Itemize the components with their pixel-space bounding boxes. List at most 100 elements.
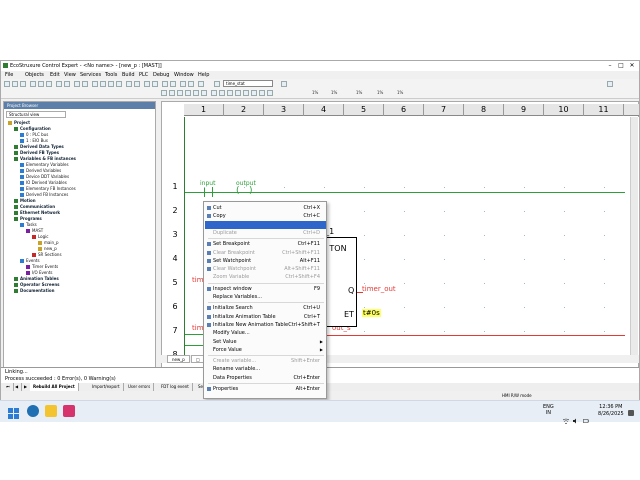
paste-icon[interactable]	[46, 81, 52, 87]
menu-build[interactable]: Build	[122, 71, 135, 79]
reset-coil-tool-icon[interactable]	[251, 90, 257, 96]
select-mode-icon[interactable]	[161, 90, 167, 96]
menu-plc[interactable]: PLC	[139, 71, 148, 79]
row-label: 2	[172, 206, 178, 215]
menu-item-data-properties[interactable]: Data Properties Ctrl+Enter	[205, 374, 326, 382]
menu-item-set-watchpoint[interactable]: Set Watchpoint Alt+F11	[205, 257, 326, 265]
file-explorer-icon[interactable]	[45, 405, 57, 417]
tab-fdt-log-event[interactable]: FDT log event	[158, 383, 193, 391]
cut-icon[interactable]	[30, 81, 36, 87]
language-indicator[interactable]: ENG IN	[543, 404, 554, 416]
contact-tool-icon[interactable]	[169, 90, 175, 96]
undo-icon[interactable]	[56, 81, 62, 87]
notification-icon[interactable]	[628, 410, 634, 416]
watch-icon[interactable]	[152, 81, 158, 87]
falling-contact-tool-icon[interactable]	[235, 90, 241, 96]
return-tool-icon[interactable]	[267, 90, 273, 96]
redo-icon[interactable]	[64, 81, 70, 87]
find-icon[interactable]	[180, 81, 186, 87]
stop-icon[interactable]	[134, 81, 140, 87]
wifi-icon[interactable]	[562, 409, 570, 425]
menu-item-copy[interactable]: Copy Ctrl+C	[205, 212, 326, 220]
connect-icon[interactable]	[92, 81, 98, 87]
zoom-level-1[interactable]: 1%	[312, 90, 318, 96]
menu-item-set-value[interactable]: Set Value ▶	[205, 338, 326, 346]
menu-item-initialize-new-animation-table[interactable]: Initialize New Animation Table Ctrl+Shift…	[205, 321, 326, 329]
help-icon[interactable]	[198, 81, 204, 87]
minimize-button[interactable]: –	[605, 61, 615, 71]
rebuild-icon[interactable]	[82, 81, 88, 87]
menu-objects[interactable]: Objects	[25, 71, 44, 79]
maximize-button[interactable]: □	[616, 61, 626, 71]
control-expert-task-icon[interactable]	[63, 405, 75, 417]
fb-tool-icon[interactable]	[193, 90, 199, 96]
menu-item-force-value[interactable]: Force Value ▶	[205, 346, 326, 354]
close-button[interactable]: ✕	[627, 61, 637, 71]
tab-new-p[interactable]: new_p	[167, 355, 190, 363]
menu-item-modify-value[interactable]: Modify Value...	[205, 329, 326, 337]
disconnect-icon[interactable]	[100, 81, 106, 87]
zoom-out-icon[interactable]	[170, 81, 176, 87]
replace-icon[interactable]	[188, 81, 194, 87]
menu-services[interactable]: Services	[80, 71, 101, 79]
toolbar-end-icon[interactable]	[607, 81, 613, 87]
zoom-level-3[interactable]: 1%	[356, 90, 362, 96]
et-variable[interactable]: t#0s	[362, 309, 381, 317]
run-icon[interactable]	[126, 81, 132, 87]
download-icon[interactable]	[108, 81, 114, 87]
menu-item-inspect-window[interactable]: Inspect window F9	[205, 285, 326, 293]
copy-icon[interactable]	[38, 81, 44, 87]
closed-contact-tool-icon[interactable]	[219, 90, 225, 96]
q-variable[interactable]: timer_out	[362, 285, 396, 293]
rising-contact-tool-icon[interactable]	[227, 90, 233, 96]
clock[interactable]: 12:36 PM 8/26/2025	[598, 404, 624, 418]
windows-start-icon[interactable]	[8, 405, 20, 419]
set-coil-tool-icon[interactable]	[243, 90, 249, 96]
menu-item-initialize-search[interactable]: Initialize Search Ctrl+U	[205, 304, 326, 312]
open-contact-tool-icon[interactable]	[211, 90, 217, 96]
tree-item[interactable]: Documentation	[14, 288, 55, 294]
menu-file[interactable]: File	[5, 71, 13, 79]
menu-item-initialize-animation-table[interactable]: Initialize Animation Table Ctrl+T	[205, 313, 326, 321]
volume-icon[interactable]	[573, 409, 579, 424]
battery-icon[interactable]	[583, 409, 589, 423]
menu-item-replace-variables[interactable]: Replace Variables...	[205, 293, 326, 301]
upload-icon[interactable]	[116, 81, 122, 87]
menu-window[interactable]: Window	[174, 71, 194, 79]
operate-tool-icon[interactable]	[201, 90, 207, 96]
view-select[interactable]: Structural view	[6, 111, 66, 118]
tab-user-errors[interactable]: User errors	[125, 383, 155, 391]
contact-input-label[interactable]: input	[200, 180, 215, 187]
open-icon[interactable]	[12, 81, 18, 87]
zoom-level-5[interactable]: 1%	[397, 90, 403, 96]
menu-edit[interactable]: Edit	[50, 71, 60, 79]
save-icon[interactable]	[20, 81, 26, 87]
menu-view[interactable]: View	[64, 71, 76, 79]
menu-tools[interactable]: Tools	[105, 71, 117, 79]
menu-item-set-breakpoint[interactable]: Set Breakpoint Ctrl+F11	[205, 240, 326, 248]
menu-debug[interactable]: Debug	[153, 71, 169, 79]
lib-icon[interactable]	[281, 81, 287, 87]
build-icon[interactable]	[74, 81, 80, 87]
zoom-level-4[interactable]: 1%	[377, 90, 383, 96]
menu-item-highlighted-item[interactable]	[205, 220, 326, 229]
menu-item-properties[interactable]: Properties Alt+Enter	[205, 385, 326, 393]
edge-browser-icon[interactable]	[27, 405, 39, 417]
editor-vertical-scrollbar[interactable]	[630, 117, 638, 357]
coil-output-label[interactable]: output	[236, 180, 256, 187]
tab-import-export[interactable]: Import/export	[89, 383, 124, 391]
zoom-level-2[interactable]: 1%	[331, 90, 337, 96]
zoom-in-icon[interactable]	[162, 81, 168, 87]
left-var-row7[interactable]: tim	[192, 324, 204, 332]
left-var-row5[interactable]: tim	[192, 276, 204, 284]
link-tool-icon[interactable]	[185, 90, 191, 96]
jump-tool-icon[interactable]	[259, 90, 265, 96]
animation-icon[interactable]	[144, 81, 150, 87]
instance-select[interactable]: time_stat	[223, 80, 273, 87]
tab-rebuild-all-project[interactable]: Rebuild All Project	[30, 383, 79, 391]
menu-item-cut[interactable]: Cut Ctrl+X	[205, 204, 326, 212]
menu-item-rename-variable[interactable]: Rename variable...	[205, 365, 326, 373]
menu-help[interactable]: Help	[198, 71, 209, 79]
coil-tool-icon[interactable]	[177, 90, 183, 96]
new-icon[interactable]	[4, 81, 10, 87]
